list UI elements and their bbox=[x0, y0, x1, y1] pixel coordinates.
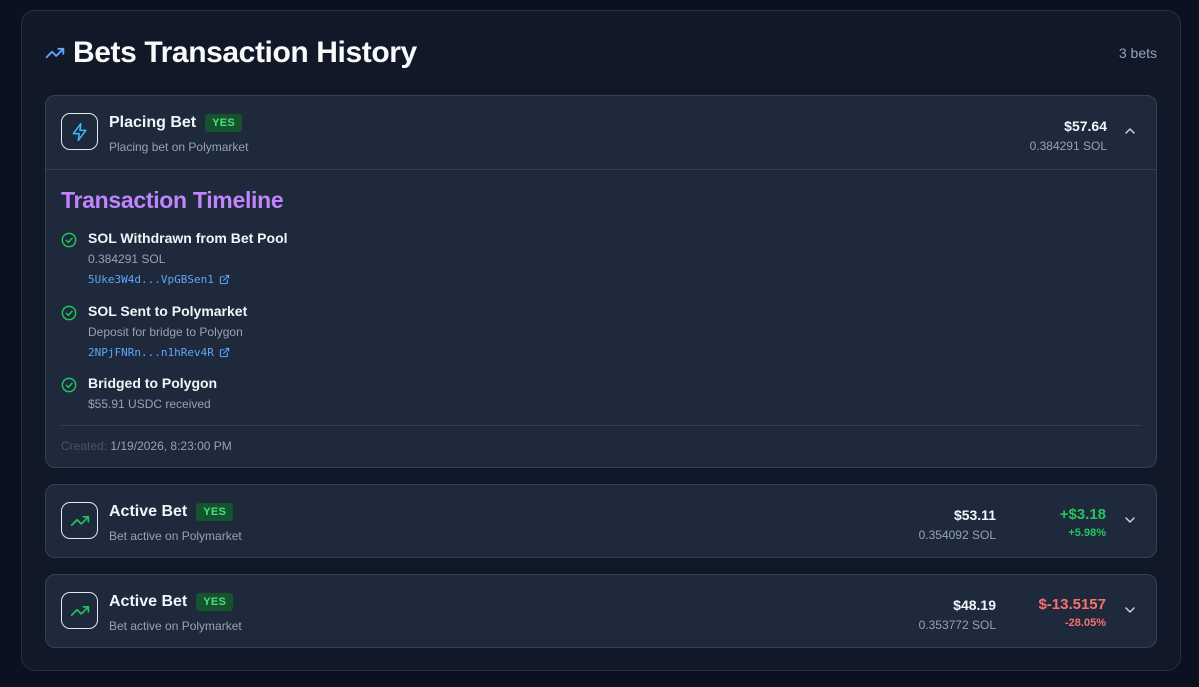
check-circle-icon bbox=[61, 232, 77, 248]
step-description: $55.91 USDC received bbox=[88, 397, 211, 411]
tx-hash[interactable]: 2NPjFNRn...n1hRev4R bbox=[88, 346, 214, 359]
chevron-down-icon[interactable] bbox=[1122, 602, 1138, 618]
step-title: Bridged to Polygon bbox=[88, 375, 218, 391]
step-title: SOL Sent to Polymarket bbox=[88, 303, 248, 319]
divider bbox=[61, 425, 1141, 426]
bet-card-header[interactable]: Active Bet YES Bet active on Polymarket … bbox=[46, 485, 1156, 558]
profit-loss: $-13.5157 -28.05% bbox=[1038, 596, 1106, 629]
pnl-percent: +5.98% bbox=[1068, 527, 1106, 539]
bet-card-placing: Placing Bet YES Placing bet on Polymarke… bbox=[45, 95, 1157, 468]
external-link-icon[interactable] bbox=[219, 274, 230, 285]
check-circle-icon bbox=[61, 305, 77, 321]
bets-history-panel: Bets Transaction History 3 bets Placing … bbox=[21, 10, 1181, 671]
lightning-icon bbox=[70, 122, 90, 142]
trending-up-icon bbox=[45, 43, 65, 63]
bet-title: Active Bet bbox=[109, 503, 188, 520]
trending-up-icon bbox=[70, 511, 90, 531]
bet-card-active: Active Bet YES Bet active on Polymarket … bbox=[45, 574, 1157, 648]
trending-up-icon bbox=[70, 601, 90, 621]
bet-card-header[interactable]: Placing Bet YES Placing bet on Polymarke… bbox=[46, 96, 1156, 169]
tx-hash[interactable]: 5Uke3W4d...VpGBSen1 bbox=[88, 273, 214, 286]
amount-usd: $53.11 bbox=[953, 507, 996, 523]
bet-amount: $48.19 0.353772 SOL bbox=[919, 597, 996, 632]
external-link-icon[interactable] bbox=[219, 347, 230, 358]
pnl-percent: -28.05% bbox=[1065, 617, 1106, 629]
bet-title: Placing Bet bbox=[109, 114, 197, 131]
chevron-up-icon[interactable] bbox=[1122, 123, 1138, 139]
check-circle-icon bbox=[61, 377, 77, 393]
amount-sol: 0.353772 SOL bbox=[918, 618, 996, 632]
bet-icon-box bbox=[61, 113, 98, 150]
outcome-badge: YES bbox=[205, 114, 243, 132]
pnl-value: $-13.5157 bbox=[1038, 596, 1106, 613]
outcome-badge: YES bbox=[196, 593, 234, 611]
panel-header: Bets Transaction History bbox=[45, 36, 417, 70]
bet-count: 3 bets bbox=[1118, 45, 1157, 61]
bet-subtitle: Bet active on Polymarket bbox=[109, 619, 242, 633]
bet-subtitle: Bet active on Polymarket bbox=[109, 529, 242, 543]
transaction-link[interactable]: 2NPjFNRn...n1hRev4R bbox=[88, 346, 230, 359]
created-value: 1/19/2026, 8:23:00 PM bbox=[110, 439, 232, 453]
transaction-timeline: Transaction Timeline SOL Withdrawn from … bbox=[46, 169, 1156, 467]
bet-amount: $53.11 0.354092 SOL bbox=[919, 507, 996, 542]
step-description: Deposit for bridge to Polygon bbox=[88, 325, 243, 339]
bet-icon-box bbox=[61, 592, 98, 629]
pnl-value: +$3.18 bbox=[1059, 506, 1106, 523]
created-timestamp: Created: 1/19/2026, 8:23:00 PM bbox=[61, 439, 232, 453]
outcome-badge: YES bbox=[196, 503, 234, 521]
chevron-down-icon[interactable] bbox=[1122, 512, 1138, 528]
bet-card-active: Active Bet YES Bet active on Polymarket … bbox=[45, 484, 1157, 558]
created-label: Created: bbox=[61, 439, 108, 453]
amount-sol: 0.384291 SOL bbox=[1029, 139, 1107, 153]
page-title: Bets Transaction History bbox=[73, 36, 417, 69]
bet-card-header[interactable]: Active Bet YES Bet active on Polymarket … bbox=[46, 575, 1156, 648]
bet-subtitle: Placing bet on Polymarket bbox=[109, 140, 249, 154]
amount-usd: $57.64 bbox=[1064, 118, 1107, 134]
step-description: 0.384291 SOL bbox=[88, 252, 166, 266]
amount-usd: $48.19 bbox=[953, 597, 996, 613]
bet-amount: $57.64 0.384291 SOL bbox=[1030, 118, 1107, 153]
amount-sol: 0.354092 SOL bbox=[918, 528, 996, 542]
bet-title: Active Bet bbox=[109, 593, 188, 610]
transaction-link[interactable]: 5Uke3W4d...VpGBSen1 bbox=[88, 273, 230, 286]
timeline-title: Transaction Timeline bbox=[61, 187, 284, 213]
step-title: SOL Withdrawn from Bet Pool bbox=[88, 230, 288, 246]
bet-icon-box bbox=[61, 502, 98, 539]
profit-loss: +$3.18 +5.98% bbox=[1060, 506, 1106, 539]
